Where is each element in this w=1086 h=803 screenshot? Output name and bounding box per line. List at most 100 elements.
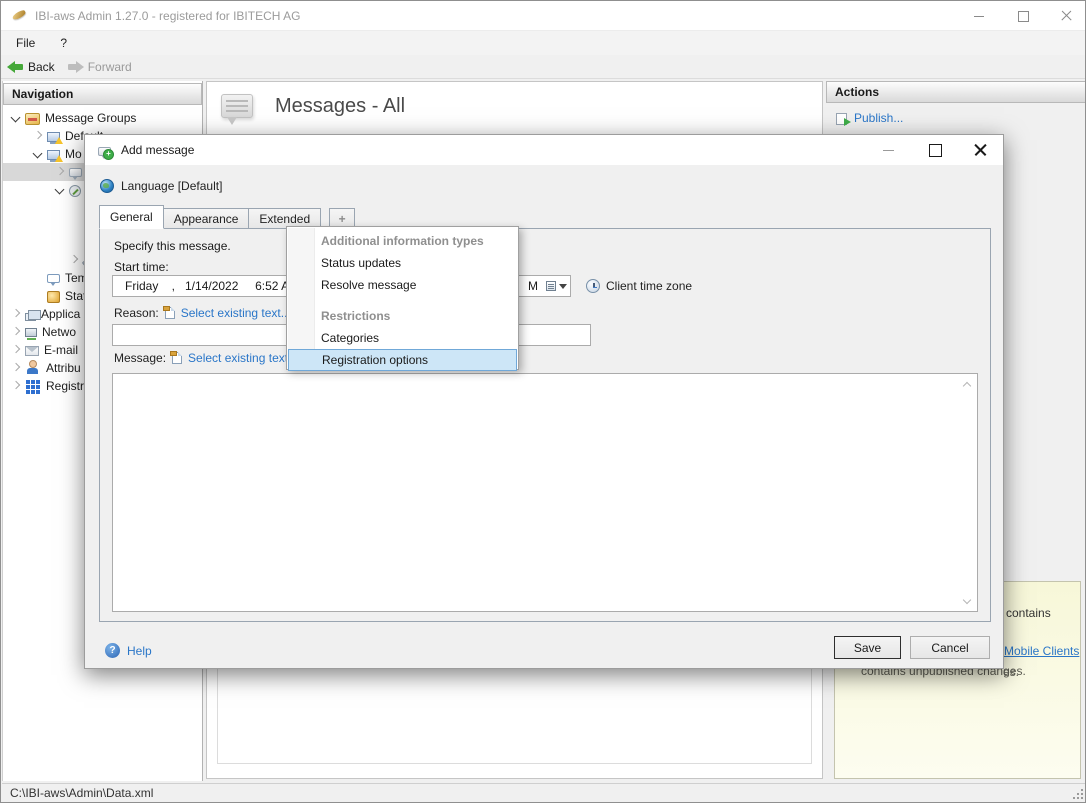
actions-header: Actions (826, 81, 1086, 103)
help-link[interactable]: Help (127, 644, 152, 658)
close-icon[interactable] (1059, 8, 1075, 24)
back-arrow-icon (7, 61, 24, 73)
chevron-down-icon (559, 284, 567, 289)
calendar-icon (546, 281, 556, 291)
network-icon (25, 328, 37, 337)
help-action[interactable]: Help (105, 643, 152, 658)
minimize-icon[interactable] (971, 8, 987, 24)
key-icon (69, 185, 81, 197)
note-fragment: contains (1006, 606, 1051, 620)
menu-header-additional-info: Additional information types (287, 231, 518, 252)
reason-label: Reason: (114, 306, 159, 320)
help-icon (105, 643, 120, 658)
cancel-button[interactable]: Cancel (910, 636, 990, 659)
expander-collapsed-icon[interactable] (9, 343, 23, 357)
forward-arrow-icon (67, 61, 84, 73)
message-icon (69, 168, 82, 177)
publish-action[interactable]: Publish... (836, 111, 903, 125)
expander-placeholder (31, 271, 45, 285)
specify-label: Specify this message. (114, 239, 231, 253)
publish-icon (836, 113, 847, 125)
messages-big-icon (221, 94, 253, 118)
dialog-title: Add message (121, 143, 194, 157)
expander-placeholder (31, 289, 45, 303)
resize-grip[interactable] (1071, 787, 1083, 799)
expander-collapsed-icon[interactable] (9, 307, 23, 321)
messages-title: Messages - All (275, 95, 405, 118)
add-message-dialog: Add message Language [Default] General A… (84, 134, 1004, 669)
nav-toolbar: Back Forward (1, 55, 1085, 79)
expander-expanded-icon[interactable] (53, 183, 67, 197)
message-row: Message: Select existing text... (114, 350, 298, 366)
expander-placeholder (67, 235, 81, 249)
expander-expanded-icon[interactable] (31, 147, 45, 161)
forward-button[interactable]: Forward (61, 58, 138, 76)
message-textarea[interactable] (112, 373, 978, 612)
attributes-person-icon (25, 360, 41, 376)
maximize-icon[interactable] (1015, 8, 1031, 24)
time-zone-clock-icon (586, 279, 600, 293)
window-controls (971, 1, 1075, 31)
select-text-document-icon (165, 307, 175, 319)
applications-icon (25, 313, 36, 321)
status-path: C:\IBI-aws\Admin\Data.xml (10, 786, 153, 800)
back-button[interactable]: Back (1, 58, 61, 76)
tree-item-message-groups[interactable]: Message Groups (3, 109, 202, 127)
static-message-icon (47, 291, 60, 303)
window-title: IBI-aws Admin 1.27.0 - registered for IB… (35, 9, 300, 23)
expander-collapsed-icon[interactable] (9, 361, 23, 375)
menu-item-status-updates[interactable]: Status updates (287, 252, 518, 274)
computer-warning-icon (47, 150, 60, 160)
reason-row: Reason: Select existing text... (114, 305, 291, 321)
add-message-icon (98, 147, 111, 156)
select-text-document-icon (172, 352, 182, 364)
message-select-existing-link[interactable]: Select existing text... (188, 351, 298, 365)
save-button[interactable]: Save (834, 636, 901, 659)
globe-icon (100, 179, 114, 193)
menu-item-registration-options[interactable]: Registration options (288, 349, 517, 371)
app-logo-icon (11, 8, 27, 24)
messages-header: Messages - All (221, 94, 405, 118)
menu-help[interactable]: ? (50, 32, 77, 54)
tab-appearance[interactable]: Appearance (164, 208, 250, 229)
menu-item-categories[interactable]: Categories (287, 327, 518, 349)
scroll-down-icon[interactable] (962, 597, 972, 605)
expander-collapsed-icon[interactable] (9, 379, 23, 393)
email-icon (25, 346, 39, 356)
language-selector[interactable]: Language [Default] (100, 179, 222, 193)
expander-collapsed-icon[interactable] (31, 129, 45, 143)
publish-link[interactable]: Publish... (854, 111, 903, 125)
scroll-up-icon[interactable] (962, 380, 972, 388)
mobile-clients-link[interactable]: Mobile Clients (1004, 644, 1079, 658)
menu-file[interactable]: File (6, 32, 45, 54)
tab-general[interactable]: General (99, 205, 164, 229)
expander-collapsed-icon[interactable] (53, 165, 67, 179)
note-fragment: es. (1003, 665, 1019, 679)
expander-collapsed-icon[interactable] (9, 325, 23, 339)
client-time-zone-label: Client time zone (606, 279, 692, 293)
status-bar: C:\IBI-aws\Admin\Data.xml (2, 783, 1086, 802)
dialog-titlebar: Add message (85, 135, 1003, 165)
calendar-dropdown-button[interactable] (543, 277, 569, 295)
message-label: Message: (114, 351, 166, 365)
language-label: Language [Default] (121, 179, 222, 193)
computer-warning-icon (47, 132, 60, 142)
menu-item-resolve-message[interactable]: Resolve message (287, 274, 518, 296)
template-icon (47, 274, 60, 283)
dialog-close-icon[interactable] (973, 142, 989, 158)
registration-grid-icon (25, 378, 41, 394)
menu-bar: File ? (1, 31, 1085, 55)
menu-separator (287, 296, 518, 306)
dialog-maximize-icon[interactable] (927, 142, 943, 158)
reason-select-existing-link[interactable]: Select existing text... (181, 306, 291, 320)
general-tab-page: Specify this message. Start time: Friday… (99, 228, 991, 622)
tab-add-popup-menu: Additional information types Status upda… (286, 226, 519, 370)
navigation-header: Navigation (3, 83, 202, 105)
dialog-minimize-icon[interactable] (881, 142, 897, 158)
client-time-zone: Client time zone (586, 275, 692, 297)
expander-expanded-icon[interactable] (9, 111, 23, 125)
dialog-window-controls (881, 135, 989, 165)
menu-header-restrictions: Restrictions (287, 306, 518, 327)
start-time-label: Start time: (114, 260, 169, 274)
expander-collapsed-icon[interactable] (67, 253, 81, 267)
